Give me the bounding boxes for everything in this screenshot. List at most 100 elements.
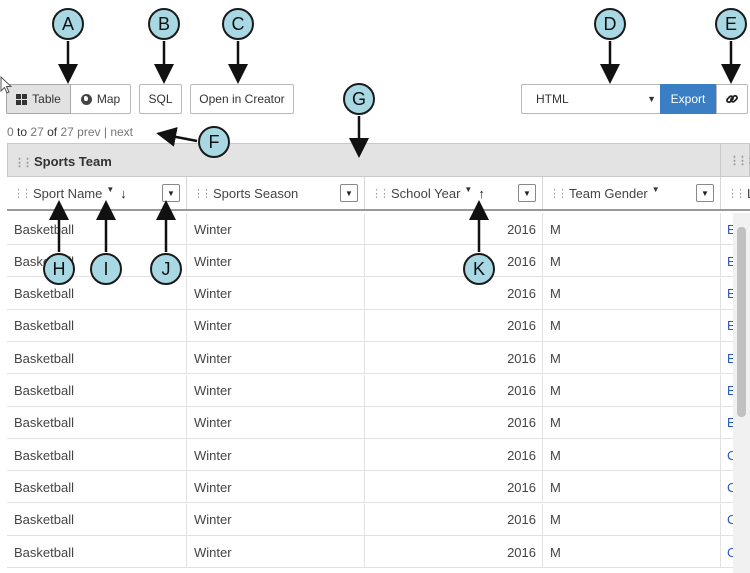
export-button[interactable]: Export bbox=[660, 84, 716, 114]
column-header-team-gender[interactable]: ⋮⋮ Team Gender ▼ ▼ bbox=[543, 177, 721, 209]
cell-sports-season: Winter bbox=[187, 439, 365, 472]
column-menu-button[interactable]: ▼ bbox=[518, 184, 536, 202]
cell-team-gender: M bbox=[543, 309, 721, 342]
cell-school-year: 2016 bbox=[365, 439, 543, 472]
filter-icon[interactable]: ▼ bbox=[652, 185, 660, 194]
column-menu-button[interactable]: ▼ bbox=[340, 184, 358, 202]
cell-team-gender: M bbox=[543, 471, 721, 504]
cell-la[interactable]: C bbox=[721, 471, 733, 503]
table-row[interactable]: Basketball Winter 2016 M C bbox=[7, 439, 733, 472]
column-label-team-gender: Team Gender bbox=[569, 185, 648, 201]
filter-icon[interactable]: ▼ bbox=[464, 185, 472, 194]
pager-prev-link[interactable]: prev bbox=[77, 125, 100, 139]
cell-la[interactable]: E bbox=[721, 375, 733, 407]
cell-team-gender: M bbox=[543, 342, 721, 375]
drag-handle-icon[interactable]: ⋮⋮ bbox=[193, 187, 212, 200]
caret-down-icon: ▼ bbox=[345, 188, 353, 198]
cell-sports-season: Winter bbox=[187, 277, 365, 310]
arrow-up-icon[interactable]: ↑ bbox=[478, 186, 485, 201]
cell-sport-name: Basketball bbox=[7, 471, 187, 504]
column-header-la[interactable]: ⋮⋮ La bbox=[721, 177, 750, 209]
pager-next-link[interactable]: next bbox=[110, 125, 133, 139]
callout-f: F bbox=[198, 126, 230, 158]
cell-school-year: 2016 bbox=[365, 277, 543, 310]
table-row[interactable]: Basketball Winter 2016 M C bbox=[7, 503, 733, 536]
cell-sport-name: Basketball bbox=[7, 213, 187, 245]
cell-la[interactable]: E bbox=[721, 310, 733, 342]
cell-school-year: 2016 bbox=[365, 213, 543, 245]
cell-la[interactable]: C bbox=[721, 536, 733, 568]
column-menu-button[interactable]: ▼ bbox=[162, 184, 180, 202]
drag-handle-icon[interactable]: ⋮⋮ bbox=[13, 187, 32, 200]
table-row[interactable]: BasketballWinter2016ME bbox=[7, 213, 733, 245]
map-view-button[interactable]: Map bbox=[71, 84, 131, 114]
callout-i: I bbox=[90, 253, 122, 285]
callout-e: E bbox=[715, 8, 747, 40]
scrollbar-thumb[interactable] bbox=[737, 227, 746, 417]
cell-sports-season: Winter bbox=[187, 342, 365, 375]
pagination: 0 to 27 of 27 prev | next bbox=[7, 125, 133, 139]
cell-sports-season: Winter bbox=[187, 406, 365, 439]
column-menu-button[interactable]: ▼ bbox=[696, 184, 714, 202]
group-header-label: Sports Team bbox=[34, 154, 112, 169]
group-header-sports-team[interactable]: ⋮⋮ Sports Team bbox=[14, 154, 112, 169]
pager-separator: | bbox=[103, 125, 107, 139]
table-row[interactable]: BasketballWinter2016ME bbox=[7, 374, 733, 407]
drag-handle-icon[interactable]: ⋮⋮ bbox=[371, 187, 390, 200]
copy-link-button[interactable] bbox=[716, 84, 748, 114]
cell-sport-name: Basketball bbox=[7, 503, 187, 536]
column-header-school-year[interactable]: ⋮⋮ School Year ▼ ↑ ▼ bbox=[365, 177, 543, 209]
cell-sports-season: Winter bbox=[187, 245, 365, 278]
arrow-down-icon[interactable]: ↓ bbox=[120, 186, 127, 201]
drag-handle-icon[interactable]: ⋮⋮ bbox=[727, 187, 746, 200]
column-header-sports-season[interactable]: ⋮⋮ Sports Season ▼ bbox=[187, 177, 365, 209]
table-row[interactable]: BasketballWinter2016ME bbox=[7, 342, 733, 375]
pager-total: 27 bbox=[60, 125, 74, 139]
caret-down-icon: ▼ bbox=[647, 94, 656, 104]
cell-team-gender: M bbox=[543, 439, 721, 472]
sql-label: SQL bbox=[148, 92, 173, 106]
open-in-creator-label: Open in Creator bbox=[199, 92, 285, 106]
export-format-select[interactable]: HTML ▼ bbox=[521, 84, 660, 114]
cell-la[interactable]: E bbox=[721, 278, 733, 310]
cell-sport-name: Basketball bbox=[7, 406, 187, 439]
callout-b: B bbox=[148, 8, 180, 40]
cell-la[interactable]: E bbox=[721, 213, 733, 245]
drag-handle-icon[interactable]: ⋮⋮ bbox=[729, 154, 748, 167]
table-row[interactable]: Basketball Winter 2016 M C bbox=[7, 471, 733, 504]
table-view-button[interactable]: Table bbox=[6, 84, 71, 114]
column-label-school-year: School Year bbox=[391, 185, 461, 201]
cell-sport-name: Basketball bbox=[7, 342, 187, 375]
sql-button[interactable]: SQL bbox=[139, 84, 182, 114]
cell-la[interactable]: C bbox=[721, 439, 733, 471]
cell-team-gender: M bbox=[543, 277, 721, 310]
cell-sport-name: Basketball bbox=[7, 374, 187, 407]
caret-down-icon: ▼ bbox=[701, 188, 709, 198]
cell-team-gender: M bbox=[543, 213, 721, 245]
vertical-scrollbar[interactable] bbox=[733, 213, 750, 573]
cell-school-year: 2016 bbox=[365, 309, 543, 342]
column-header-row: ⋮⋮ Sport Name ▼ ↓ ▼ ⋮⋮ Sports Season ▼ ⋮… bbox=[7, 177, 750, 211]
cell-sports-season: Winter bbox=[187, 471, 365, 504]
cell-sport-name: Basketball bbox=[7, 536, 187, 568]
callout-j: J bbox=[150, 253, 182, 285]
cell-la[interactable]: E bbox=[721, 407, 733, 439]
cell-la[interactable]: C bbox=[721, 504, 733, 536]
drag-handle-icon[interactable]: ⋮⋮ bbox=[549, 187, 568, 200]
table-row[interactable]: BasketballWinter2016ME bbox=[7, 406, 733, 439]
table-row[interactable]: BasketballWinter2016ME bbox=[7, 277, 733, 310]
column-header-sport-name[interactable]: ⋮⋮ Sport Name ▼ ↓ ▼ bbox=[7, 177, 187, 209]
cell-la[interactable]: E bbox=[721, 342, 733, 374]
callout-h: H bbox=[43, 253, 75, 285]
export-label: Export bbox=[670, 92, 706, 106]
cell-la[interactable]: E bbox=[721, 245, 733, 277]
cell-team-gender: M bbox=[543, 406, 721, 439]
drag-handle-icon[interactable]: ⋮⋮ bbox=[14, 157, 33, 169]
pager-to: to bbox=[17, 125, 28, 139]
table-row[interactable]: BasketballWinter2016ME bbox=[7, 309, 733, 342]
table-row[interactable]: Basketball Winter 2016 M C bbox=[7, 536, 733, 568]
column-group-header: ⋮⋮Sports Team ⋮⋮St bbox=[7, 143, 750, 177]
group-header-next[interactable]: ⋮⋮St bbox=[720, 144, 750, 177]
filter-icon[interactable]: ▼ bbox=[106, 185, 114, 194]
open-in-creator-button[interactable]: Open in Creator bbox=[190, 84, 294, 114]
